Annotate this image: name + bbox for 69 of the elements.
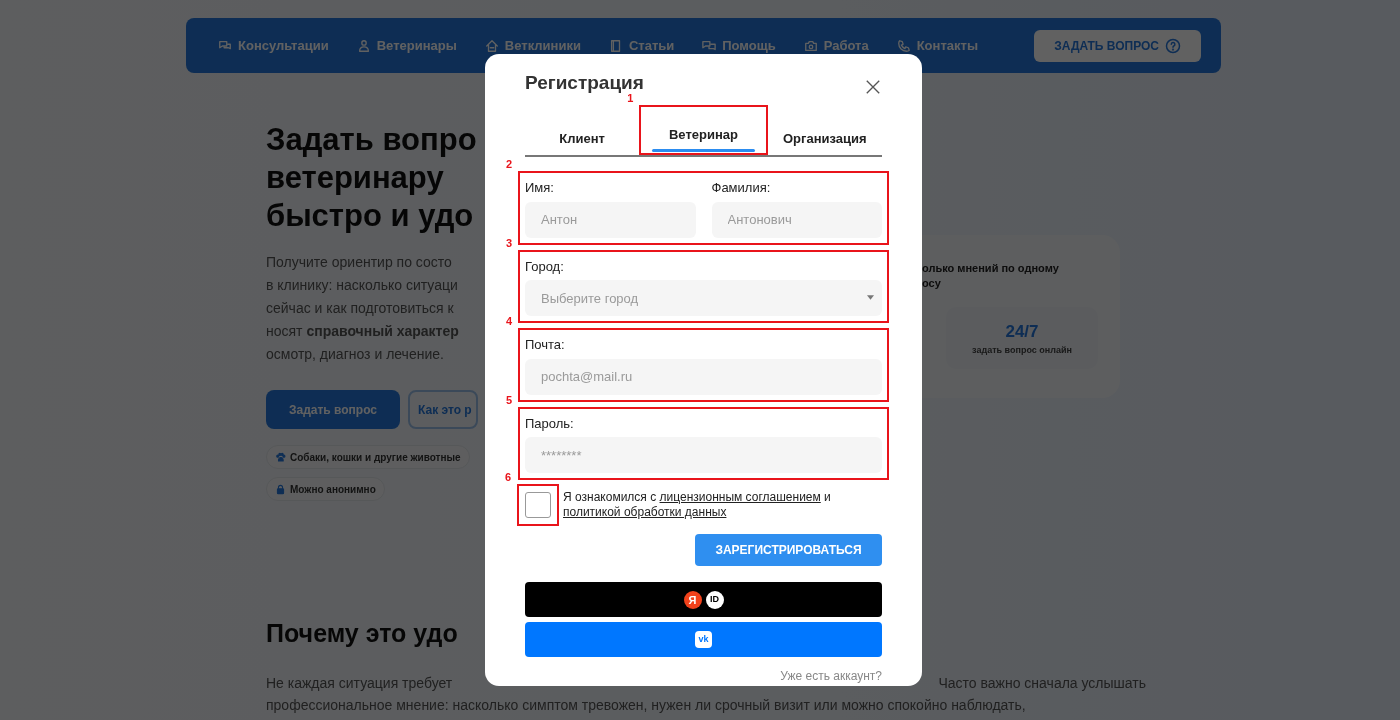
- chip-label: Собаки, кошки и другие животные: [290, 450, 461, 465]
- hero-text: носят справочный характер: [266, 322, 459, 341]
- section-text: профессиональное мнение: насколько симптом тревожен, нужен ли срочный визит или можно спокойно наблюдать,: [266, 696, 1026, 715]
- hero-text: в клинику: насколько ситуаци: [266, 276, 458, 295]
- login-link[interactable]: Уже есть аккаунт?: [780, 667, 882, 686]
- nav-link[interactable]: Статьи: [608, 35, 675, 56]
- annotation-number: 6: [505, 472, 512, 484]
- input-field[interactable]: pochta@mail.ru: [525, 358, 882, 395]
- hero-heading: быстро и удо: [266, 197, 474, 235]
- tab[interactable]: Клиент: [525, 122, 640, 156]
- annotation-number: 5: [506, 394, 513, 406]
- logo-letter: vk: [695, 631, 712, 649]
- hero-text: Получите ориентир по состо: [266, 253, 452, 272]
- chip-label: Можно анонимно: [290, 482, 376, 497]
- field-label: Почта:: [525, 336, 566, 355]
- field-label: Фамилия:: [711, 179, 772, 198]
- vk-button[interactable]: vk: [525, 622, 882, 658]
- nav-link[interactable]: Работа: [803, 35, 869, 56]
- section-text: Часто важно сначала услышать: [938, 674, 1146, 693]
- hero-heading: ветеринару: [266, 159, 444, 197]
- field-label: Город:: [525, 257, 565, 276]
- annotation-number: 3: [506, 237, 513, 249]
- hero-button[interactable]: Как это р: [408, 390, 478, 429]
- input-field[interactable]: Антон: [525, 201, 696, 238]
- hero-button[interactable]: Задать вопрос: [266, 390, 400, 429]
- consent-text: Я ознакомился с лицензионным соглашением и политикой обработки данных: [563, 490, 832, 521]
- yandex-id-button[interactable]: Я ID: [525, 582, 882, 618]
- phone-icon: [896, 38, 911, 53]
- annotation-number: 4: [506, 316, 513, 328]
- annotation-number: 2: [506, 159, 513, 171]
- stat-value: 24/7: [1005, 320, 1039, 343]
- input-field[interactable]: ********: [525, 437, 882, 474]
- dialog-title: Регистрация: [525, 72, 644, 95]
- paw-icon: [275, 451, 286, 463]
- hero-heading: Задать вопро: [266, 121, 477, 159]
- ask-question-button[interactable]: ЗАДАТЬ ВОПРОС: [1034, 29, 1201, 62]
- person-icon: [356, 38, 371, 53]
- hero-text: сейчас и как подготовиться к: [266, 299, 454, 318]
- caret-icon: [867, 295, 874, 301]
- field-label: Имя:: [525, 179, 555, 198]
- logo-letter: ID: [705, 590, 724, 609]
- section-heading: Почему это удо: [266, 618, 458, 648]
- policy-link[interactable]: лицензионным соглашением: [659, 490, 821, 505]
- tab[interactable]: Ветеринар: [646, 118, 761, 152]
- register-button[interactable]: ЗАРЕГИСТРИРОВАТЬСЯ: [695, 534, 882, 567]
- nav-link[interactable]: Контакты: [896, 35, 978, 56]
- hero-text: осмотр, диагноз и лечение.: [266, 345, 444, 364]
- book-icon: [608, 38, 623, 53]
- input-field[interactable]: Антонович: [711, 201, 882, 238]
- nav-link[interactable]: Ветеринары: [356, 35, 457, 56]
- stat-caption: задать вопрос онлайн: [972, 344, 1072, 357]
- checkbox[interactable]: [525, 492, 551, 519]
- nav-link[interactable]: Помощь: [702, 35, 776, 56]
- card-text: олько мнений по одному: [922, 261, 1060, 276]
- card-text: осу: [922, 276, 942, 291]
- chat-bubbles-icon: [702, 38, 717, 53]
- help-icon: [1165, 37, 1181, 54]
- annotation-number: 1: [627, 92, 634, 104]
- house-icon: [484, 38, 499, 53]
- nav-link[interactable]: Ветклиники: [484, 35, 581, 56]
- logo-letter: Я: [683, 590, 702, 609]
- lock-icon: [275, 483, 286, 495]
- field-label: Пароль:: [525, 414, 575, 433]
- tab[interactable]: Организация: [767, 122, 882, 156]
- policy-link[interactable]: политикой обработки данных: [563, 505, 727, 520]
- camera-icon: [803, 38, 818, 53]
- select-field[interactable]: Выберите город: [525, 280, 882, 317]
- nav-link[interactable]: Консультации: [218, 35, 329, 56]
- section-text: Не каждая ситуация требует: [266, 674, 453, 693]
